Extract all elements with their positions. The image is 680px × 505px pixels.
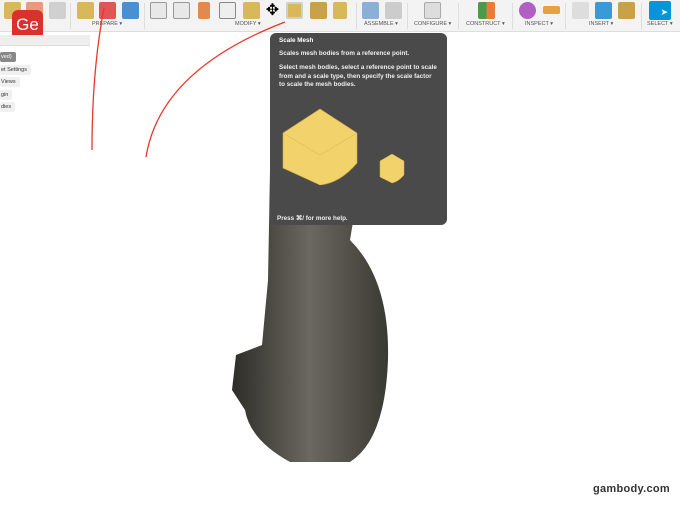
annotation-arrow (145, 21, 286, 158)
tooltip-title: Scale Mesh (279, 37, 314, 44)
scale-mesh-tooltip: Scale Mesh Scales mesh bodies from a ref… (270, 33, 447, 225)
tooltip-help: Press ⌘/ for more help. (277, 215, 348, 222)
scale-mesh-illustration (282, 108, 405, 186)
watermark: gambody.com (592, 483, 670, 495)
tooltip-summary: Scales mesh bodies from a reference poin… (279, 50, 410, 57)
tooltip-description: Select mesh bodies, select a reference p… (279, 64, 437, 88)
annotation-arrow (91, 7, 105, 151)
